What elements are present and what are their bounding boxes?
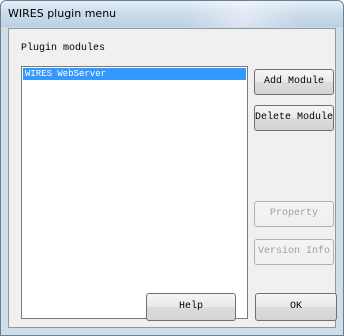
add-module-button[interactable]: Add Module [254,69,334,95]
plugin-modules-list[interactable]: WIRES WebServer [21,66,248,319]
version-info-button[interactable]: Version Info [254,239,334,265]
title-bar[interactable]: WIRES plugin menu [1,1,343,27]
list-item[interactable]: WIRES WebServer [23,68,246,80]
property-button[interactable]: Property [254,201,334,227]
help-button[interactable]: Help [146,293,236,321]
plugin-modules-label: Plugin modules [21,43,106,54]
window-title: WIRES plugin menu [8,7,117,20]
plugin-menu-window: WIRES plugin menu Plugin modules WIRES W… [0,0,344,336]
delete-module-button[interactable]: Delete Module [254,105,334,131]
ok-button[interactable]: OK [255,293,337,321]
dialog-body: Plugin modules WIRES WebServer Add Modul… [8,28,337,328]
title-bar-glare [183,1,303,27]
